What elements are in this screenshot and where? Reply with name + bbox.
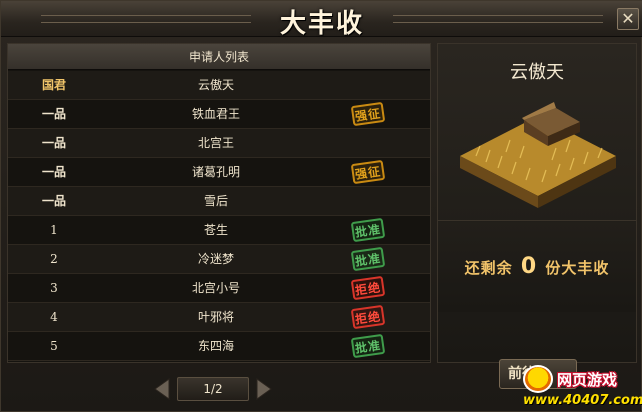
rank-cell: 一品	[41, 165, 66, 179]
name-cell: 叶邪将	[197, 310, 234, 324]
name-cell: 铁血君王	[191, 107, 240, 121]
applicant-list-header: 申请人列表	[8, 44, 430, 70]
table-row[interactable]: 一品 铁血君王 强征	[8, 100, 430, 129]
table-row[interactable]: 3 北宫小号 拒绝	[8, 274, 430, 303]
watermark-logo-icon	[523, 365, 553, 393]
remain-prefix: 还剩余	[464, 259, 513, 277]
rank-cell: 一品	[41, 136, 66, 150]
approve-stamp[interactable]: 批准	[350, 217, 386, 243]
harvest-window: 大丰收 ✕ 申请人列表 国君 云傲天 一品 铁血君王 强征 一品 北宫王 一品 …	[0, 0, 642, 412]
pager: 1/2	[151, 377, 275, 401]
page-number: 1/2	[177, 377, 249, 401]
name-cell: 苍生	[203, 223, 228, 237]
prev-page-arrow-icon[interactable]	[151, 377, 173, 401]
title-bar: 大丰收 ✕	[1, 1, 642, 39]
remain-text: 还剩余 0 份大丰收	[438, 254, 636, 279]
remain-count: 0	[520, 254, 538, 279]
applicant-list-panel: 申请人列表 国君 云傲天 一品 铁血君王 强征 一品 北宫王 一品 诸葛孔明 强…	[7, 43, 431, 363]
approve-stamp[interactable]: 批准	[350, 246, 386, 272]
owner-name: 云傲天	[510, 62, 564, 83]
rank-cell: 2	[50, 252, 58, 266]
rank-cell: 1	[50, 223, 58, 237]
force-stamp[interactable]: 强征	[350, 159, 386, 185]
reject-stamp[interactable]: 拒绝	[350, 304, 386, 330]
table-row[interactable]: 国君 云傲天	[8, 71, 430, 100]
name-cell: 东四海	[197, 339, 234, 353]
farm-field-icon	[460, 102, 616, 208]
rank-cell: 5	[50, 339, 58, 353]
rank-cell: 一品	[41, 194, 66, 208]
next-page-arrow-icon[interactable]	[253, 377, 275, 401]
name-cell: 诸葛孔明	[191, 165, 240, 179]
name-cell: 冷迷梦	[197, 252, 234, 266]
table-row[interactable]: 一品 北宫王	[8, 129, 430, 158]
table-row[interactable]: 1 苍生 批准	[8, 216, 430, 245]
remain-box: 还剩余 0 份大丰收	[438, 222, 636, 312]
owner-panel: 云傲天 还剩余 0 份大丰收	[437, 43, 637, 363]
name-cell: 北宫王	[197, 136, 234, 150]
panel-divider	[438, 220, 636, 221]
name-cell: 雪后	[203, 194, 228, 208]
rank-cell: 国君	[41, 78, 66, 92]
table-row[interactable]: 一品 诸葛孔明 强征	[8, 158, 430, 187]
rank-cell: 一品	[41, 107, 66, 121]
watermark-site-name: 网页游戏	[557, 371, 618, 389]
table-row[interactable]: 2 冷迷梦 批准	[8, 245, 430, 274]
reject-stamp[interactable]: 拒绝	[350, 275, 386, 301]
watermark: 网页游戏 www.40407.com	[523, 363, 642, 411]
rank-cell: 4	[50, 310, 58, 324]
approve-stamp[interactable]: 批准	[350, 333, 386, 359]
name-cell: 北宫小号	[191, 281, 240, 295]
table-row[interactable]: 5 东四海 批准	[8, 332, 430, 361]
force-stamp[interactable]: 强征	[350, 101, 386, 127]
rank-cell: 3	[50, 281, 58, 295]
table-row[interactable]: 一品 雪后	[8, 187, 430, 216]
remain-suffix: 份大丰收	[545, 259, 610, 277]
window-title: 大丰收	[279, 9, 364, 39]
watermark-url: www.40407.com	[523, 393, 642, 408]
close-button[interactable]: ✕	[617, 8, 639, 30]
name-cell: 云傲天	[197, 78, 234, 92]
table-row[interactable]: 4 叶邪将 拒绝	[8, 303, 430, 332]
